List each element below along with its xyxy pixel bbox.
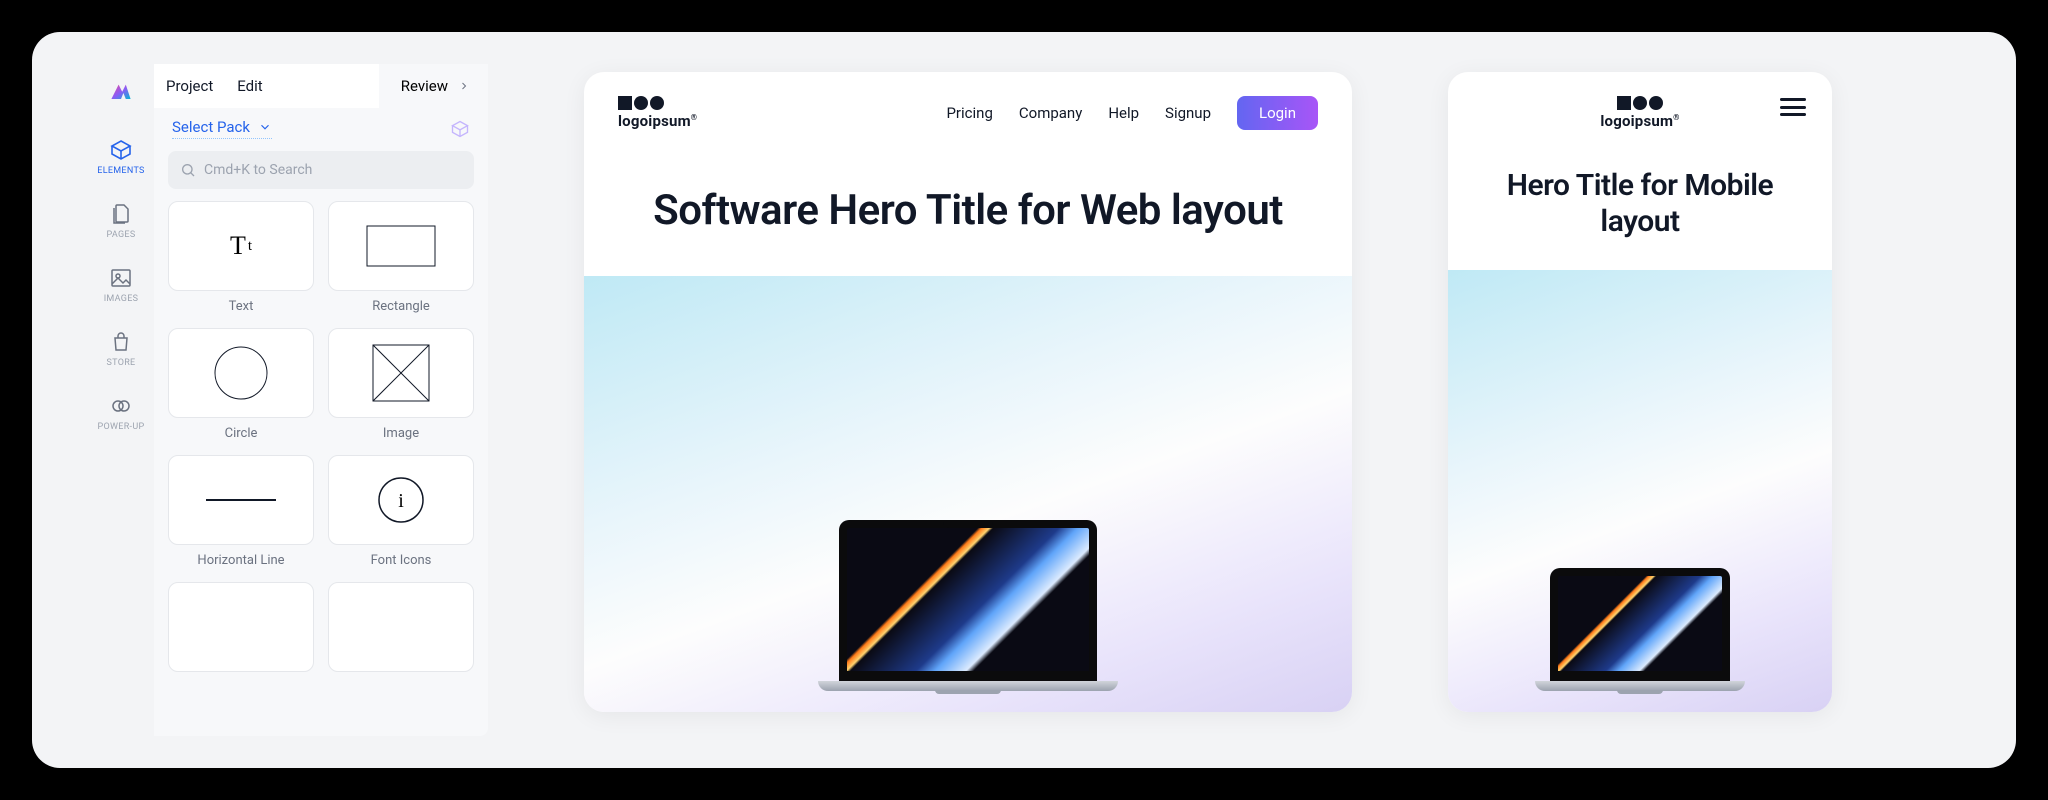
element-circle[interactable]: Circle xyxy=(168,328,314,441)
rail-label: STORE xyxy=(107,358,136,368)
nav-help[interactable]: Help xyxy=(1108,104,1139,122)
select-pack-label: Select Pack xyxy=(172,118,250,136)
hero-title-web: Software Hero Title for Web layout xyxy=(584,130,1352,276)
laptop-illustration xyxy=(818,520,1118,694)
brand-logo[interactable]: logoipsum® xyxy=(1600,96,1679,130)
element-label: Circle xyxy=(225,426,258,441)
element-horizontal-line[interactable]: Horizontal Line xyxy=(168,455,314,568)
element-image[interactable]: Image xyxy=(328,328,474,441)
login-button[interactable]: Login xyxy=(1237,96,1318,130)
rail-images[interactable]: IMAGES xyxy=(88,262,154,308)
panel-head: Select Pack xyxy=(154,108,488,145)
menu-project[interactable]: Project xyxy=(154,64,225,108)
menu-edit[interactable]: Edit xyxy=(225,64,274,108)
device-area xyxy=(584,276,1352,712)
rail-label: POWER-UP xyxy=(98,422,145,432)
rail-label: IMAGES xyxy=(104,294,139,304)
elements-panel: Project Edit Review Select Pack Cmd+K to xyxy=(154,64,488,736)
preview-web: logoipsum® Pricing Company Help Signup L… xyxy=(584,72,1352,712)
chevron-right-icon xyxy=(458,80,470,92)
cube-icon[interactable] xyxy=(450,119,470,139)
rail-label: PAGES xyxy=(107,230,136,240)
menu-review[interactable]: Review xyxy=(379,64,488,108)
rail-pages[interactable]: PAGES xyxy=(88,198,154,244)
element-label: Text xyxy=(229,299,254,314)
svg-text:i: i xyxy=(398,490,404,512)
preview-mobile: logoipsum® Hero Title for Mobile layout xyxy=(1448,72,1832,712)
search-input[interactable]: Cmd+K to Search xyxy=(168,151,474,189)
device-area xyxy=(1448,270,1832,712)
element-label: Rectangle xyxy=(372,299,430,314)
rail-powerup[interactable]: POWER-UP xyxy=(88,390,154,436)
hero-title-mobile: Hero Title for Mobile layout xyxy=(1448,130,1832,270)
nav-company[interactable]: Company xyxy=(1019,104,1082,122)
element-placeholder[interactable] xyxy=(168,582,314,672)
element-label: Image xyxy=(383,426,419,441)
rail-label: ELEMENTS xyxy=(97,166,144,176)
menubar: Project Edit Review xyxy=(154,64,488,108)
chevron-down-icon xyxy=(258,120,272,134)
laptop-illustration xyxy=(1535,568,1745,694)
element-placeholder[interactable] xyxy=(328,582,474,672)
element-grid: Tt Text Rectangle Circle Image Hor xyxy=(154,201,488,686)
element-text[interactable]: Tt Text xyxy=(168,201,314,314)
element-label: Horizontal Line xyxy=(197,553,284,568)
search-icon xyxy=(180,162,196,178)
element-label: Font Icons xyxy=(371,553,432,568)
hamburger-icon[interactable] xyxy=(1780,98,1806,116)
web-nav: logoipsum® Pricing Company Help Signup L… xyxy=(584,72,1352,130)
stage: ELEMENTS PAGES IMAGES STORE POWER-UP Pro… xyxy=(32,32,2016,768)
menu-review-label: Review xyxy=(401,77,448,95)
nav-pricing[interactable]: Pricing xyxy=(946,104,992,122)
nav-links: Pricing Company Help Signup Login xyxy=(946,96,1318,130)
rail-store[interactable]: STORE xyxy=(88,326,154,372)
brand-shapes-icon xyxy=(618,96,664,110)
editor: ELEMENTS PAGES IMAGES STORE POWER-UP Pro… xyxy=(88,64,488,736)
brand-word: logoipsum xyxy=(618,112,691,130)
rail-elements[interactable]: ELEMENTS xyxy=(88,134,154,180)
brand-shapes-icon xyxy=(1617,96,1663,110)
select-pack-dropdown[interactable]: Select Pack xyxy=(172,118,272,139)
app-logo[interactable] xyxy=(104,76,138,110)
element-rectangle[interactable]: Rectangle xyxy=(328,201,474,314)
search-placeholder: Cmd+K to Search xyxy=(204,162,312,178)
brand-logo[interactable]: logoipsum® xyxy=(618,96,697,130)
tool-rail: ELEMENTS PAGES IMAGES STORE POWER-UP xyxy=(88,64,154,736)
element-font-icons[interactable]: i Font Icons xyxy=(328,455,474,568)
mobile-nav: logoipsum® xyxy=(1448,72,1832,130)
brand-word: logoipsum xyxy=(1600,112,1673,130)
nav-signup[interactable]: Signup xyxy=(1165,104,1211,122)
